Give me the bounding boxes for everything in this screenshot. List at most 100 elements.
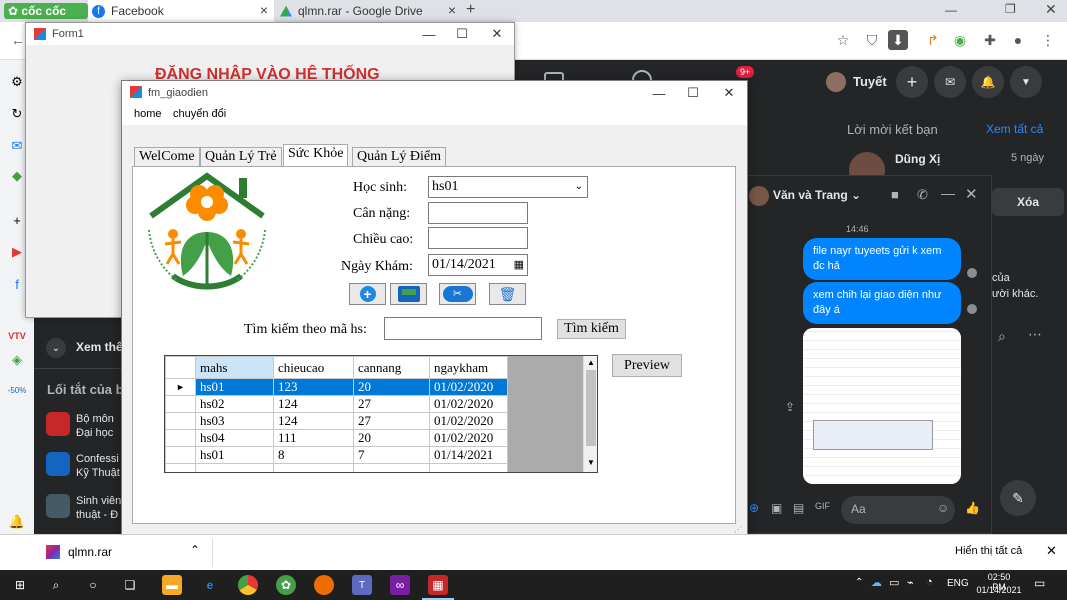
table-cell-cannang[interactable]: 20 [353, 378, 430, 396]
cortana-icon[interactable]: ○ [83, 575, 103, 595]
messenger-icon[interactable]: ✉ [934, 66, 966, 98]
shortcut-avatar[interactable] [46, 412, 70, 436]
table-row[interactable]: hs02 124 27 01/02/2020 [165, 395, 508, 413]
shortcut-avatar[interactable] [46, 494, 70, 518]
scroll-thumb[interactable] [586, 370, 596, 446]
messenger-icon[interactable]: ✉ [7, 136, 27, 156]
action-center-icon[interactable]: ▭ [1034, 576, 1045, 590]
table-cell-mahs[interactable]: hs02 [195, 395, 274, 413]
hoc-sinh-select[interactable]: hs01 ⌄ [428, 176, 588, 198]
tab-quan-ly-tre[interactable]: Quản Lý Trẻ [200, 147, 282, 166]
table-cell-cannang[interactable]: 27 [353, 412, 430, 430]
add-icon[interactable]: + [7, 210, 27, 230]
edit-button[interactable]: ✂ [439, 283, 476, 305]
close-tab-icon[interactable]: × [448, 2, 456, 18]
search-input[interactable] [384, 317, 542, 340]
table-cell-ngaykham[interactable]: 01/14/2021 [429, 446, 508, 464]
share-icon[interactable]: ⇪ [785, 400, 795, 414]
menu-chuyen-doi[interactable]: chuyển đổi [173, 108, 226, 120]
row-header[interactable] [165, 395, 196, 413]
task-view-icon[interactable]: ❏ [120, 575, 140, 595]
table-cell-empty[interactable] [273, 463, 354, 472]
row-header[interactable] [165, 412, 196, 430]
table-cell-cannang[interactable]: 20 [353, 429, 430, 447]
chieu-cao-input[interactable] [428, 227, 528, 249]
volume-icon[interactable]: ◔ [926, 576, 933, 588]
close-icon[interactable]: ✕ [486, 25, 508, 43]
puzzle-icon[interactable]: ✚ [980, 30, 1000, 50]
chevron-up-icon[interactable]: ⌃ [190, 543, 200, 557]
restore-window-icon[interactable]: ❐ [1005, 2, 1016, 16]
table-cell-mahs[interactable]: hs01 [195, 378, 274, 396]
table-row[interactable]: hs03 124 27 01/02/2020 [165, 412, 508, 430]
table-cell-chieucao[interactable]: 111 [273, 429, 354, 447]
tab-facebook[interactable]: f Facebook × [88, 0, 274, 22]
like-icon[interactable]: 👍 [965, 501, 980, 515]
row-header[interactable] [165, 429, 196, 447]
tab-quan-ly-diem[interactable]: Quản Lý Điểm [352, 147, 446, 166]
shortcut-avatar[interactable] [46, 452, 70, 476]
language-indicator[interactable]: ENG [947, 578, 969, 589]
row-header[interactable] [165, 446, 196, 464]
chat-name[interactable]: Văn và Trang ⌄ [773, 188, 861, 202]
table-cell-chieucao[interactable]: 8 [273, 446, 354, 464]
chevron-down-icon[interactable]: ⌄ [46, 338, 66, 358]
shortcut-item[interactable]: Sinh viên thuật - Đ [76, 494, 126, 522]
download-filename[interactable]: qlmn.rar [68, 545, 112, 559]
table-row[interactable]: hs04 111 20 01/02/2020 [165, 429, 508, 447]
minimize-chat-icon[interactable]: — [941, 185, 955, 201]
delete-request-button[interactable]: Xóa [992, 188, 1064, 216]
table-cell-empty[interactable] [353, 463, 430, 472]
new-tab-button[interactable]: + [466, 1, 475, 19]
star-icon[interactable]: ☆ [833, 30, 853, 50]
table-cell-chieucao[interactable]: 124 [273, 412, 354, 430]
save-button[interactable] [390, 283, 427, 305]
gif-icon[interactable]: GIF [815, 501, 830, 511]
close-downloads-icon[interactable]: ✕ [1046, 543, 1057, 559]
download-icon[interactable]: ⬇ [888, 30, 908, 50]
table-cell-empty[interactable] [195, 463, 274, 472]
current-row-arrow-icon[interactable]: ► [165, 378, 196, 396]
friend-name[interactable]: Dũng Xị [895, 152, 940, 166]
video-call-icon[interactable]: ■ [891, 187, 899, 202]
close-tab-icon[interactable]: × [260, 2, 268, 18]
close-chat-icon[interactable]: ✕ [965, 185, 978, 203]
file-explorer-icon[interactable]: ▬ [162, 575, 182, 595]
battery-icon[interactable]: ▭ [889, 576, 899, 589]
data-grid[interactable]: mahs chieucao cannang ngaykham ► hs01 123 2… [164, 355, 598, 473]
show-all-link[interactable]: Hiển thị tất cả [955, 545, 1022, 557]
chat-avatar[interactable] [749, 186, 769, 206]
bell-icon[interactable]: 🔔 [972, 66, 1004, 98]
table-cell-ngaykham[interactable]: 01/02/2020 [429, 395, 508, 413]
search-icon[interactable]: ⌕ [46, 575, 66, 595]
table-cell-empty[interactable] [429, 463, 508, 472]
notifications-icon[interactable]: 🔔 [7, 512, 27, 532]
table-row-empty[interactable] [165, 463, 508, 472]
tab-suc-khoe[interactable]: Sức Khỏe [283, 144, 349, 167]
table-cell-ngaykham[interactable]: 01/02/2020 [429, 429, 508, 447]
add-button[interactable]: + [349, 283, 386, 305]
column-header-mahs[interactable]: mahs [195, 356, 274, 379]
firefox-icon[interactable] [314, 575, 334, 595]
windows-start-icon[interactable]: ⊞ [10, 575, 30, 595]
menu-home[interactable]: home [134, 108, 162, 120]
game-icon[interactable]: ◆ [7, 166, 27, 186]
clock-date[interactable]: 01/14/2021 [974, 585, 1024, 595]
close-window-icon[interactable]: ✕ [1045, 1, 1057, 18]
table-cell-chieucao[interactable]: 123 [273, 378, 354, 396]
image-icon[interactable]: ▣ [771, 501, 782, 515]
create-icon[interactable]: + [896, 66, 928, 98]
table-row[interactable]: hs01 8 7 01/14/2021 [165, 446, 508, 464]
sale-icon[interactable]: -50% [7, 380, 27, 400]
column-header-ngaykham[interactable]: ngaykham [429, 356, 508, 379]
table-cell-ngaykham[interactable]: 01/02/2020 [429, 378, 508, 396]
history-icon[interactable]: ↻ [7, 104, 27, 124]
delete-button[interactable]: 🗑 [489, 283, 526, 305]
plus-icon[interactable]: ⊕ [749, 501, 759, 515]
close-icon[interactable]: ✕ [718, 84, 740, 102]
coccoc-logo[interactable]: ✿ cốc cốc [4, 3, 88, 19]
maximize-icon[interactable]: ☐ [451, 25, 473, 43]
scroll-down-icon[interactable]: ▼ [587, 458, 595, 467]
preview-button[interactable]: Preview [612, 354, 682, 377]
can-nang-input[interactable] [428, 202, 528, 224]
